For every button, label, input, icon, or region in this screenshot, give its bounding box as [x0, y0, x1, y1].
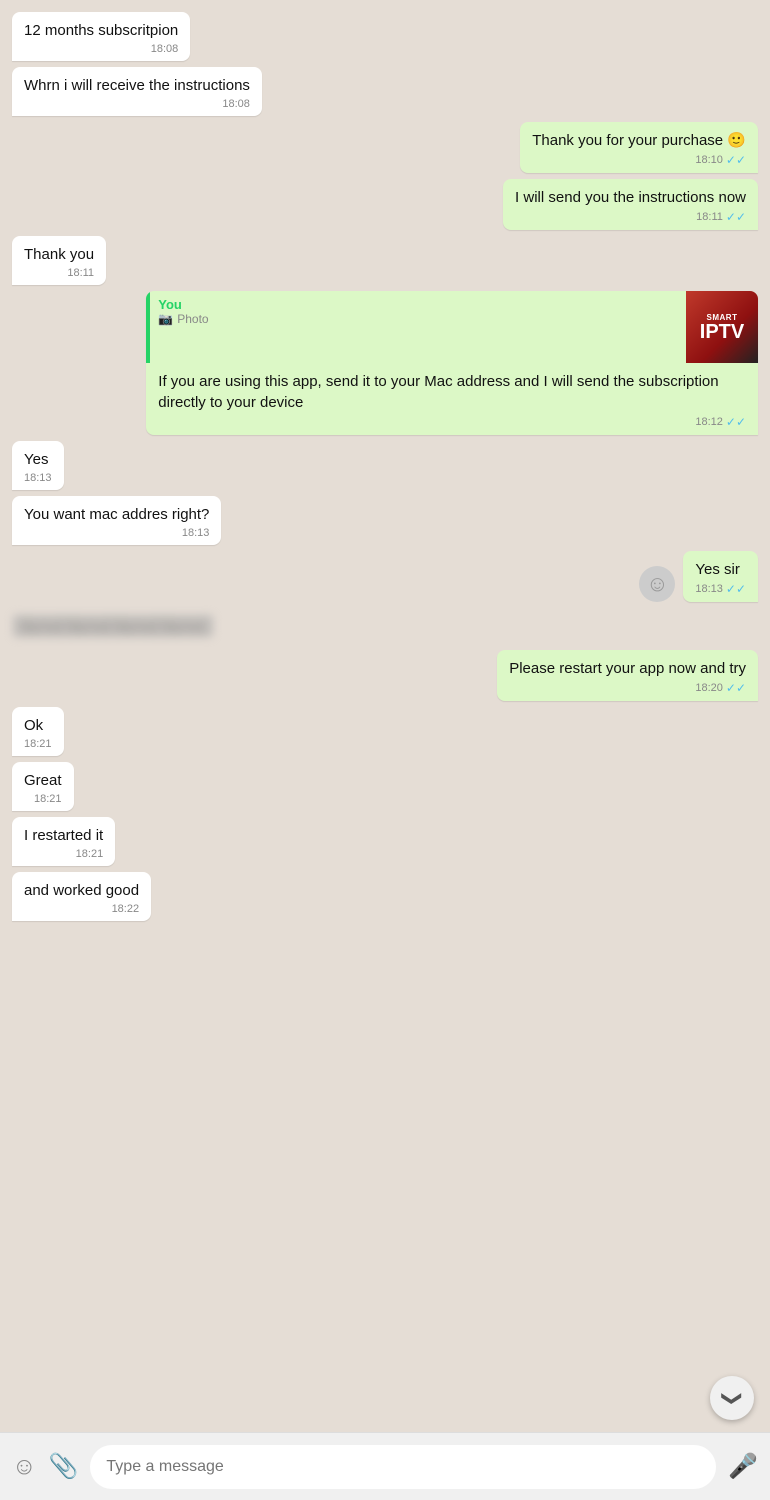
message-time: 18:11 [67, 267, 94, 279]
message-time: 18:21 [76, 848, 104, 860]
message-bubble-in: Great 18:21 [12, 762, 74, 811]
message-text: Please restart your app now and try [509, 660, 746, 677]
blurred-text: blurred blurred blurred blurred [12, 614, 214, 638]
iptv-thumbnail: SMART IPTV [686, 291, 758, 363]
quote-author: You [158, 297, 678, 312]
message-ticks: ✓✓ [726, 681, 746, 695]
avatar: ☺ [639, 566, 675, 602]
message-text: Yes sir [695, 561, 739, 578]
message-time: 18:13 [695, 583, 723, 595]
camera-icon: 📷 [158, 312, 173, 326]
message-text: Yes [24, 451, 48, 468]
message-text: 12 months subscritpion [24, 22, 178, 39]
message-text: Whrn i will receive the instructions [24, 77, 250, 94]
message-bubble-in: You want mac addres right? 18:13 [12, 496, 221, 545]
quoted-message-bubble: You 📷 Photo SMART IPTV If you are using … [146, 291, 758, 435]
message-time: 18:08 [151, 43, 179, 55]
message-time: 18:13 [24, 472, 52, 484]
message-ticks: ✓✓ [726, 415, 746, 429]
message-text: Ok [24, 717, 43, 734]
message-bubble-out: Thank you for your purchase 🙂 18:10 ✓✓ [520, 122, 758, 173]
message-input[interactable] [90, 1445, 716, 1489]
message-time: 18:10 [695, 154, 723, 166]
emoji-button[interactable]: ☺ [12, 1453, 37, 1481]
message-bubble-in: Yes 18:13 [12, 441, 64, 490]
iptv-label: IPTV [700, 322, 744, 342]
message-text: I will send you the instructions now [515, 189, 746, 206]
message-text: I restarted it [24, 827, 103, 844]
blurred-message: blurred blurred blurred blurred [12, 614, 214, 638]
message-text: Great [24, 772, 62, 789]
message-bubble-in: Thank you 18:11 [12, 236, 106, 285]
message-ticks: ✓✓ [726, 582, 746, 596]
quote-sub: 📷 Photo [158, 312, 678, 326]
message-text: If you are using this app, send it to yo… [158, 373, 718, 411]
attach-button[interactable]: 📎 [49, 1452, 79, 1481]
smiley-icon: ☺ [646, 571, 668, 597]
message-bubble-in: and worked good 18:22 [12, 872, 151, 921]
message-with-avatar: ☺ Yes sir 18:13 ✓✓ [12, 551, 758, 602]
message-text: Thank you [24, 246, 94, 263]
message-ticks: ✓✓ [726, 153, 746, 167]
message-ticks: ✓✓ [726, 210, 746, 224]
message-bubble-out: Yes sir 18:13 ✓✓ [683, 551, 758, 602]
quoted-header: You 📷 Photo SMART IPTV [146, 291, 758, 363]
message-time: 18:21 [24, 738, 52, 750]
scroll-to-bottom-button[interactable]: ❯ [710, 1376, 754, 1420]
message-text: and worked good [24, 882, 139, 899]
message-bubble-out: I will send you the instructions now 18:… [503, 179, 758, 230]
quote-sub-text: Photo [177, 312, 208, 326]
chat-area: 12 months subscritpion 18:08 Whrn i will… [0, 0, 770, 1432]
message-time: 18:20 [695, 682, 723, 694]
message-time: 18:11 [696, 211, 723, 223]
message-time: 18:21 [34, 793, 62, 805]
chevron-down-icon: ❯ [719, 1390, 744, 1407]
message-text: Thank you for your purchase 🙂 [532, 132, 746, 149]
message-input-bar: ☺ 📎 🎤 [0, 1432, 770, 1500]
message-bubble-in: Ok 18:21 [12, 707, 64, 756]
message-time: 18:08 [222, 98, 250, 110]
quoted-body: If you are using this app, send it to yo… [146, 363, 758, 435]
mic-button[interactable]: 🎤 [728, 1452, 758, 1481]
message-bubble-in: 12 months subscritpion 18:08 [12, 12, 190, 61]
message-time: 18:22 [112, 903, 140, 915]
message-bubble-in: I restarted it 18:21 [12, 817, 115, 866]
message-bubble-out: Please restart your app now and try 18:2… [497, 650, 758, 701]
message-time: 18:12 [695, 416, 723, 428]
message-time: 18:13 [182, 527, 210, 539]
message-text: You want mac addres right? [24, 506, 209, 523]
quoted-inner: You 📷 Photo [150, 291, 686, 363]
message-bubble-in: Whrn i will receive the instructions 18:… [12, 67, 262, 116]
